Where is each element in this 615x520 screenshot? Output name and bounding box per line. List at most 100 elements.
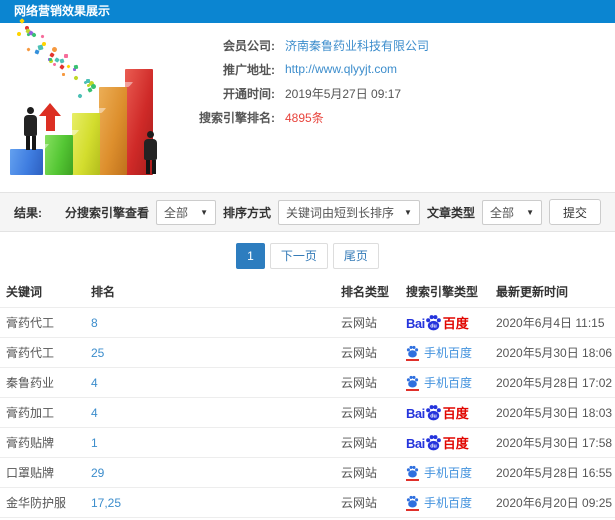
article-type-select-value: 全部: [489, 205, 514, 220]
rank-link[interactable]: 4: [91, 406, 98, 420]
table-row: 膏药代工 8 云网站 Bai du 百度 2020年6月4日 11:15: [0, 307, 615, 338]
filter-band: 结果: 分搜索引擎查看 全部 ▼ 排序方式 关键词由短到长排序 ▼ 文章类型 全…: [0, 192, 615, 232]
update-time-cell: 2020年5月28日 17:02: [490, 367, 615, 398]
rank-count-value: 4895条: [285, 110, 324, 125]
sort-select[interactable]: 关键词由短到长排序 ▼: [278, 199, 420, 225]
baidu-paw-icon: du: [425, 435, 441, 451]
header-engine-type: 搜索引擎类型: [406, 285, 479, 299]
chart-bar-orange: [99, 87, 127, 175]
rank-cell: 4: [85, 367, 335, 398]
page-1-button[interactable]: 1: [236, 243, 265, 269]
sort-select-value: 关键词由短到长排序: [286, 205, 395, 220]
search-engine-cell: Bai du 百度: [400, 307, 490, 338]
chart-bar-blue: [10, 149, 43, 175]
rank-count-label: 搜索引擎排名:: [199, 110, 275, 125]
rank-type-cell: 云网站: [335, 457, 400, 488]
pagination: 1 下一页 尾页: [0, 232, 615, 276]
filter-controls: 分搜索引擎查看 全部 ▼ 排序方式 关键词由短到长排序 ▼ 文章类型 全部 ▼ …: [65, 199, 601, 225]
submit-button[interactable]: 提交: [548, 199, 601, 225]
table-row: 膏药贴牌 1 云网站 Bai du 百度 2020年5月30日 17:58: [0, 427, 615, 458]
businessman-figure-right: [144, 131, 157, 174]
search-engine-cell: Bai du 百度: [400, 427, 490, 458]
mobile-baidu-paw-icon: [406, 375, 419, 391]
baidu-paw-icon: du: [425, 405, 441, 421]
update-time-cell: 2020年5月28日 16:55: [490, 457, 615, 488]
update-time-cell: 2020年6月20日 09:25: [490, 487, 615, 518]
header-keyword: 关键词: [6, 285, 43, 299]
mobile-baidu-logo: 手机百度: [406, 344, 472, 361]
rank-cell: 1: [85, 427, 335, 458]
mobile-baidu-logo: 手机百度: [406, 494, 472, 511]
update-time-cell: 2020年6月4日 11:15: [490, 307, 615, 338]
page: 网络营销效果展示 会员公司: 济南秦鲁药业科技有限公司 推广地址: http:/…: [0, 0, 615, 520]
info-row-company: 会员公司: 济南秦鲁药业科技有限公司: [175, 33, 615, 57]
chevron-down-icon: ▼: [526, 207, 534, 217]
svg-text:du: du: [430, 444, 437, 450]
sort-filter-label: 排序方式: [223, 205, 272, 220]
table-row: 口罩贴牌 29 云网站 手机百度 2020年5月28日 16:55: [0, 457, 615, 488]
result-label: 结果:: [14, 205, 42, 220]
update-time-cell: 2020年5月30日 17:58: [490, 427, 615, 458]
rank-type-cell: 云网站: [335, 427, 400, 458]
keyword-cell: 口罩贴牌: [0, 457, 85, 488]
rank-link[interactable]: 8: [91, 316, 98, 330]
rank-link[interactable]: 29: [91, 466, 104, 480]
title-bar: 网络营销效果展示: [0, 0, 615, 23]
article-type-select[interactable]: 全部 ▼: [481, 199, 542, 225]
engine-select-value: 全部: [164, 205, 189, 220]
baidu-logo: Bai du 百度: [406, 435, 469, 451]
table-row: 金华防护服 17,25 云网站 手机百度 2020年6月20日 09:25: [0, 487, 615, 518]
promo-url-link[interactable]: http://www.qlyyjt.com: [285, 62, 397, 76]
baidu-logo: Bai du 百度: [406, 315, 469, 331]
member-info-section: 会员公司: 济南秦鲁药业科技有限公司 推广地址: http://www.qlyy…: [0, 18, 615, 192]
info-row-open-time: 开通时间: 2019年5月27日 09:17: [175, 81, 615, 105]
last-page-button[interactable]: 尾页: [332, 243, 379, 269]
rank-type-cell: 云网站: [335, 487, 400, 518]
mobile-baidu-logo: 手机百度: [406, 374, 472, 391]
header-update-time: 最新更新时间: [496, 285, 569, 299]
mobile-baidu-paw-icon: [406, 495, 419, 511]
open-time-label: 开通时间:: [223, 86, 275, 101]
open-time-value: 2019年5月27日 09:17: [285, 86, 402, 101]
baidu-paw-icon: du: [425, 315, 441, 331]
rank-link[interactable]: 1: [91, 436, 98, 450]
rank-link[interactable]: 17,25: [91, 496, 121, 510]
rank-type-cell: 云网站: [335, 307, 400, 338]
table-header-row: 关键词 排名 排名类型 搜索引擎类型 最新更新时间: [0, 276, 615, 308]
table-row: 膏药代工 25 云网站 手机百度 2020年5月30日 18:06: [0, 337, 615, 368]
engine-select[interactable]: 全部 ▼: [156, 199, 217, 225]
svg-text:du: du: [430, 414, 437, 420]
rank-cell: 25: [85, 337, 335, 368]
keyword-cell: 膏药加工: [0, 397, 85, 428]
chevron-down-icon: ▼: [200, 207, 209, 217]
table-row: 秦鲁药业 4 云网站 手机百度 2020年5月28日 17:02: [0, 367, 615, 398]
search-engine-cell: 手机百度: [400, 457, 490, 488]
chart-bar-green: [45, 135, 73, 175]
mobile-baidu-paw-icon: [406, 345, 419, 361]
baidu-logo: Bai du 百度: [406, 405, 469, 421]
keyword-cell: 膏药贴牌: [0, 427, 85, 458]
up-arrow-icon: [38, 103, 62, 133]
update-time-cell: 2020年5月30日 18:06: [490, 337, 615, 368]
page-title: 网络营销效果展示: [14, 4, 111, 18]
next-page-button[interactable]: 下一页: [269, 243, 328, 269]
table-row: 膏药加工 4 云网站 Bai du 百度 2020年5月30日 18:03: [0, 397, 615, 428]
member-info-list: 会员公司: 济南秦鲁药业科技有限公司 推广地址: http://www.qlyy…: [175, 23, 615, 129]
keyword-cell: 秦鲁药业: [0, 367, 85, 398]
update-time-cell: 2020年5月30日 18:03: [490, 397, 615, 428]
businessman-figure-left: [24, 107, 37, 150]
company-label: 会员公司:: [223, 38, 275, 53]
info-row-rank-count: 搜索引擎排名: 4895条: [175, 105, 615, 129]
chart-bar-yellow: [72, 113, 100, 175]
company-link[interactable]: 济南秦鲁药业科技有限公司: [285, 37, 429, 54]
rank-type-cell: 云网站: [335, 367, 400, 398]
rank-link[interactable]: 4: [91, 376, 98, 390]
search-engine-cell: 手机百度: [400, 487, 490, 518]
info-row-url: 推广地址: http://www.qlyyjt.com: [175, 57, 615, 81]
mobile-baidu-paw-icon: [406, 465, 419, 481]
article-type-label: 文章类型: [426, 205, 475, 220]
svg-text:du: du: [430, 324, 437, 330]
rank-link[interactable]: 25: [91, 346, 104, 360]
header-rank: 排名: [91, 285, 116, 299]
keyword-cell: 金华防护服: [0, 487, 85, 518]
